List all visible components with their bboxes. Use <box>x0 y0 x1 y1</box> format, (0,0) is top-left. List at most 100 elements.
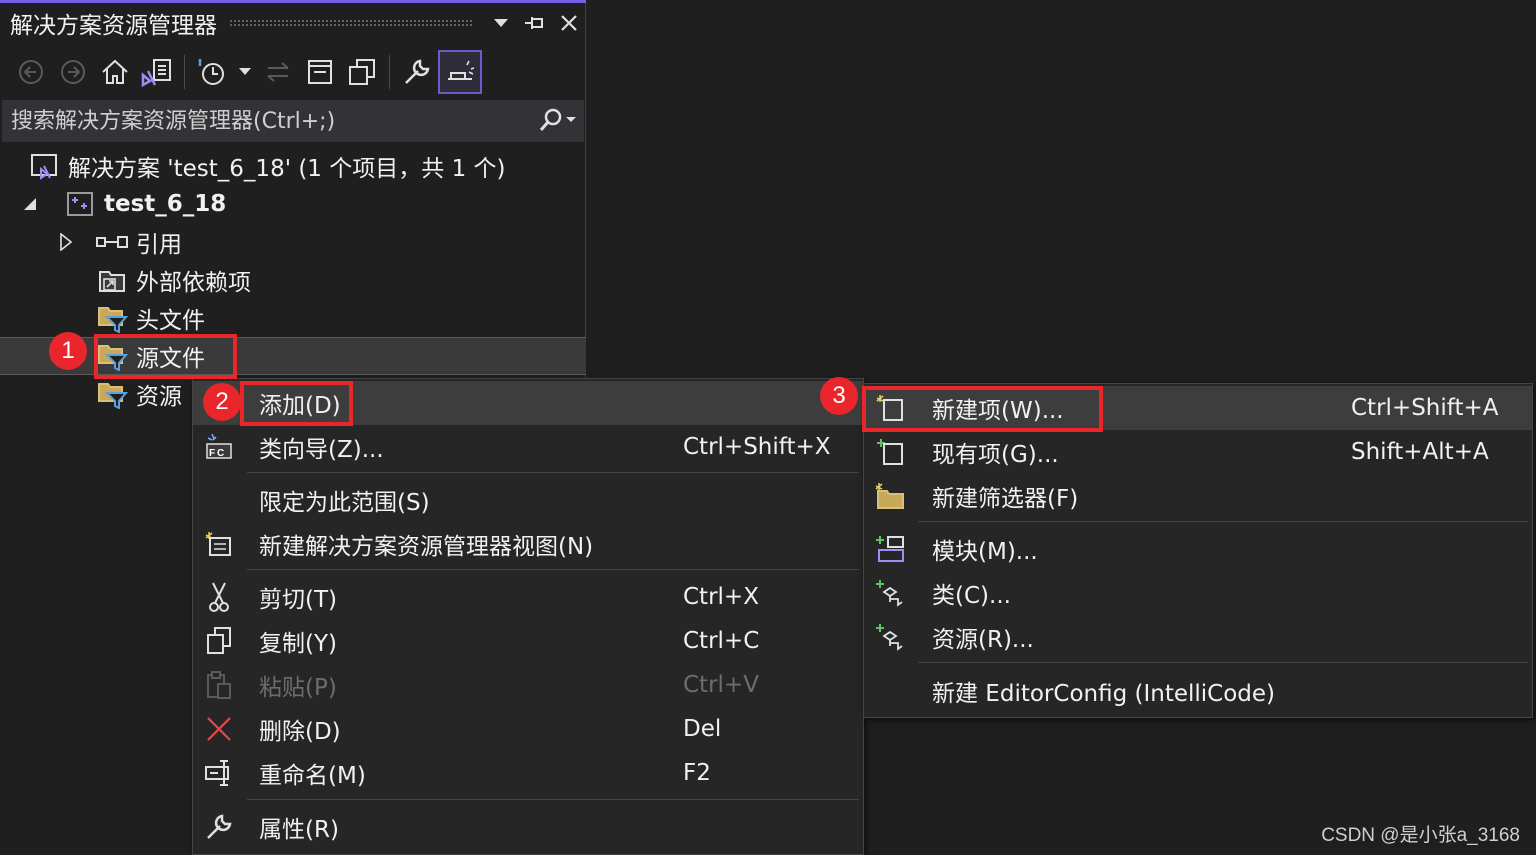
panel-titlebar: 解决方案资源管理器 <box>0 3 586 43</box>
menu-item-copy[interactable]: 复制(Y) Ctrl+C <box>193 619 863 663</box>
new-filter-folder-icon <box>872 478 908 514</box>
menu-separator <box>247 472 859 473</box>
tree-item-source-files[interactable]: 源文件 <box>0 337 586 375</box>
paste-icon <box>201 667 237 703</box>
module-icon <box>872 531 908 567</box>
panel-toolbar <box>0 46 586 98</box>
submenu-resource-label: 资源(R)... <box>932 627 1034 653</box>
submenu-new-item-shortcut: Ctrl+Shift+A <box>1351 395 1499 421</box>
cpp-project-icon <box>64 188 96 220</box>
window-position-dropdown-icon[interactable] <box>484 6 518 40</box>
menu-item-copy-shortcut: Ctrl+C <box>683 628 760 654</box>
tree-item-references[interactable]: 引用 <box>0 223 586 261</box>
svg-text:F: F <box>209 448 215 459</box>
toolbar-separator <box>184 55 185 89</box>
drag-grip[interactable] <box>229 19 472 27</box>
tree-item-solution[interactable]: 解决方案 'test_6_18' (1 个项目，共 1 个) <box>0 147 586 185</box>
context-menu: 添加(D) FC 类向导(Z)... Ctrl+Shift+X 限定为此范围(S… <box>192 378 864 855</box>
delete-x-icon <box>201 711 237 747</box>
close-icon[interactable] <box>552 6 586 40</box>
pending-changes-filter-icon[interactable] <box>191 49 233 95</box>
external-dependencies-icon <box>96 264 128 296</box>
submenu-item-existing-item[interactable]: 现有项(G)... Shift+Alt+A <box>864 430 1532 474</box>
search-icon[interactable] <box>528 100 584 142</box>
collapse-all-icon[interactable] <box>299 49 341 95</box>
menu-item-scope[interactable]: 限定为此范围(S) <box>193 478 863 522</box>
submenu-item-editorconfig[interactable]: 新建 EditorConfig (IntelliCode) <box>864 669 1532 713</box>
menu-item-paste-label: 粘贴(P) <box>259 675 337 701</box>
menu-item-scope-label: 限定为此范围(S) <box>259 490 430 516</box>
resource-files-label: 资源 <box>136 384 182 410</box>
menu-item-paste-shortcut: Ctrl+V <box>683 672 759 698</box>
svg-text:C: C <box>217 448 224 459</box>
class-wizard-icon: FC <box>201 429 237 465</box>
menu-item-delete-shortcut: Del <box>683 716 722 742</box>
annotation-badge-2: 2 <box>203 383 241 421</box>
filter-folder-icon <box>96 302 128 334</box>
menu-item-properties[interactable]: 属性(R) <box>193 805 863 849</box>
menu-item-new-view[interactable]: 新建解决方案资源管理器视图(N) <box>193 522 863 566</box>
menu-item-rename[interactable]: 重命名(M) F2 <box>193 751 863 795</box>
menu-item-cut[interactable]: 剪切(T) Ctrl+X <box>193 575 863 619</box>
preview-selected-items-icon[interactable] <box>438 50 482 94</box>
tree-item-header-files[interactable]: 头文件 <box>0 299 586 337</box>
references-icon <box>96 226 128 258</box>
tree-item-external-dependencies[interactable]: 外部依赖项 <box>0 261 586 299</box>
toolbar-separator <box>389 55 390 89</box>
show-all-files-icon[interactable] <box>341 49 383 95</box>
menu-item-delete[interactable]: 删除(D) Del <box>193 707 863 751</box>
search-input[interactable] <box>2 108 528 134</box>
copy-icon <box>201 623 237 659</box>
sync-with-document-icon[interactable] <box>257 49 299 95</box>
wrench-icon <box>201 809 237 845</box>
annotation-badge-3: 3 <box>820 377 858 415</box>
watermark: CSDN @是小张a_3168 <box>1321 825 1520 846</box>
collapsed-triangle-icon[interactable] <box>56 232 76 252</box>
submenu-new-filter-label: 新建筛选器(F) <box>932 486 1079 512</box>
submenu-item-resource[interactable]: 资源(R)... <box>864 615 1532 659</box>
menu-item-class-wizard[interactable]: FC 类向导(Z)... Ctrl+Shift+X <box>193 425 863 469</box>
pending-changes-dropdown-icon[interactable] <box>233 49 257 95</box>
submenu-class-label: 类(C)... <box>932 583 1011 609</box>
submenu-item-new-filter[interactable]: 新建筛选器(F) <box>864 474 1532 518</box>
menu-item-properties-label: 属性(R) <box>259 817 339 843</box>
annotation-box-add <box>240 381 353 426</box>
solution-label: 解决方案 'test_6_18' (1 个项目，共 1 个) <box>68 156 506 182</box>
menu-item-rename-shortcut: F2 <box>683 760 711 786</box>
tree-item-project[interactable]: test_6_18 <box>0 185 586 223</box>
forward-icon[interactable] <box>52 49 94 95</box>
external-dependencies-label: 外部依赖项 <box>136 270 251 296</box>
menu-separator <box>247 799 859 800</box>
annotation-badge-1: 1 <box>49 332 87 370</box>
menu-item-paste[interactable]: 粘贴(P) Ctrl+V <box>193 663 863 707</box>
menu-item-delete-label: 删除(D) <box>259 719 341 745</box>
menu-item-class-wizard-shortcut: Ctrl+Shift+X <box>683 434 831 460</box>
annotation-box-source-files <box>94 334 237 379</box>
expanded-triangle-icon[interactable] <box>20 194 40 214</box>
back-icon[interactable] <box>10 49 52 95</box>
menu-item-cut-label: 剪切(T) <box>259 587 337 613</box>
switch-views-icon[interactable] <box>136 49 178 95</box>
rename-icon <box>201 755 237 791</box>
filter-folder-icon <box>96 378 128 410</box>
panel-title: 解决方案资源管理器 <box>10 13 217 39</box>
properties-wrench-icon[interactable] <box>396 49 438 95</box>
submenu-item-class[interactable]: 类(C)... <box>864 571 1532 615</box>
submenu-existing-item-shortcut: Shift+Alt+A <box>1351 439 1489 465</box>
home-icon[interactable] <box>94 49 136 95</box>
submenu-existing-item-label: 现有项(G)... <box>932 442 1059 468</box>
resource-icon <box>872 619 908 655</box>
new-view-icon <box>201 526 237 562</box>
menu-item-class-wizard-label: 类向导(Z)... <box>259 437 384 463</box>
menu-item-cut-shortcut: Ctrl+X <box>683 584 759 610</box>
submenu-editorconfig-label: 新建 EditorConfig (IntelliCode) <box>932 681 1276 707</box>
submenu-module-label: 模块(M)... <box>932 539 1038 565</box>
pin-icon[interactable] <box>518 6 552 40</box>
existing-item-icon <box>872 434 908 470</box>
submenu-item-module[interactable]: 模块(M)... <box>864 527 1532 571</box>
menu-separator <box>918 662 1528 663</box>
menu-item-rename-label: 重命名(M) <box>259 763 366 789</box>
annotation-box-new-item <box>862 386 1103 432</box>
menu-separator <box>918 521 1528 522</box>
project-label: test_6_18 <box>104 191 227 217</box>
